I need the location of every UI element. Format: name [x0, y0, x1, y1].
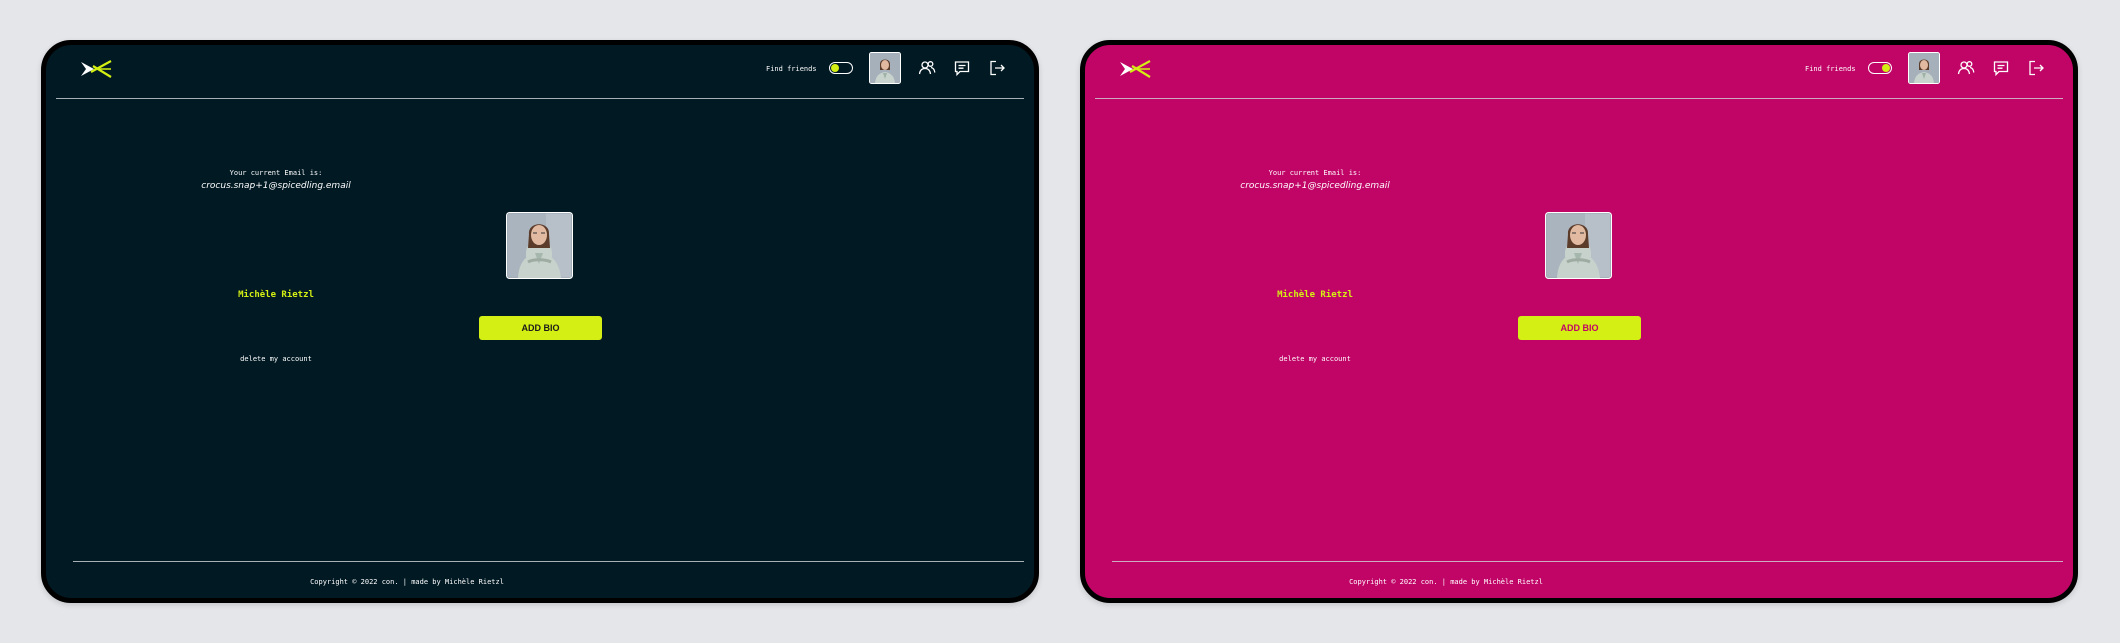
nav-avatar[interactable] [1908, 52, 1940, 84]
footer-copyright: Copyright © 2022 con. | made by Michèle … [1349, 578, 1543, 586]
chat-icon[interactable] [1991, 58, 2011, 78]
find-friends-label: Find friends [1805, 65, 1856, 73]
footer-copyright: Copyright © 2022 con. | made by Michèle … [310, 578, 504, 586]
toggle-knob [1882, 63, 1890, 72]
delete-account-link[interactable]: delete my account [1085, 355, 1814, 363]
email-value: crocus.snap+1@spicedling.email [201, 181, 351, 191]
email-label: Your current Email is: [1268, 169, 1362, 177]
logout-icon[interactable] [2026, 58, 2046, 78]
find-friends-toggle[interactable] [1868, 62, 1892, 74]
email-label: Your current Email is: [229, 169, 323, 177]
logout-icon[interactable] [987, 58, 1007, 78]
delete-account-link[interactable]: delete my account [46, 355, 775, 363]
add-bio-button[interactable]: ADD BIO [479, 316, 602, 340]
find-friends-toggle[interactable] [829, 62, 853, 74]
chat-icon[interactable] [952, 58, 972, 78]
app-window-pink-theme: Find friends Your current Email is: croc… [1080, 40, 2078, 603]
app-window-dark-theme: Find friends Your current Email is: croc… [41, 40, 1039, 603]
user-name: Michèle Rietzl [238, 290, 314, 300]
logo-icon[interactable] [79, 58, 113, 80]
nav-avatar[interactable] [869, 52, 901, 84]
header-divider [1095, 98, 2063, 99]
user-name: Michèle Rietzl [1277, 290, 1353, 300]
profile-picture[interactable] [506, 212, 573, 279]
profile-picture[interactable] [1545, 212, 1612, 279]
email-value: crocus.snap+1@spicedling.email [1240, 181, 1390, 191]
friends-icon[interactable] [1956, 58, 1976, 78]
friends-icon[interactable] [917, 58, 937, 78]
toggle-knob [831, 63, 839, 72]
footer-divider [1112, 561, 2063, 562]
footer-divider [73, 561, 1024, 562]
logo-icon[interactable] [1118, 58, 1152, 80]
find-friends-label: Find friends [766, 65, 817, 73]
add-bio-button[interactable]: ADD BIO [1518, 316, 1641, 340]
header-divider [56, 98, 1024, 99]
